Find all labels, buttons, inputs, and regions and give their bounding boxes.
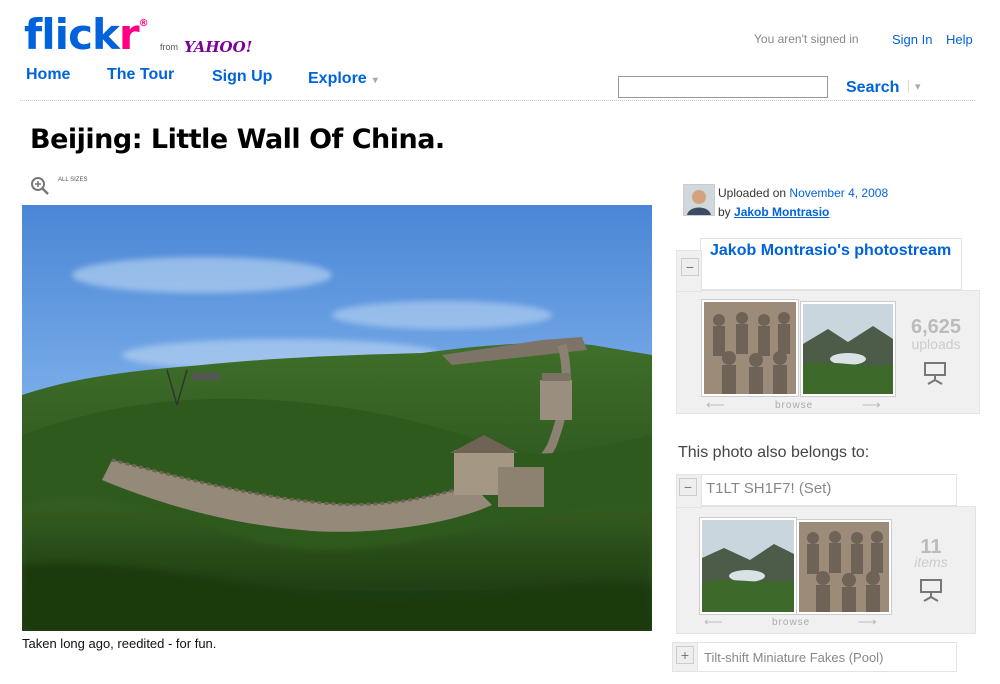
avatar[interactable] [683, 184, 715, 216]
uploaded-date-link[interactable]: November 4, 2008 [789, 186, 888, 200]
collapse-set-button[interactable]: − [679, 478, 697, 496]
header-divider [20, 100, 975, 101]
nav-tour[interactable]: The Tour [107, 66, 174, 84]
nav-home[interactable]: Home [26, 66, 70, 84]
search-button[interactable]: Search [846, 79, 899, 97]
terracotta-warriors-image [704, 302, 796, 394]
zoom-icon[interactable] [30, 176, 50, 196]
uploaded-label: Uploaded on [718, 186, 787, 200]
photostream-link[interactable]: Jakob Montrasio's photostream [710, 240, 960, 261]
chevron-down-icon[interactable]: ▾ [373, 75, 378, 86]
sign-in-link[interactable]: Sign In [892, 32, 932, 47]
set-link[interactable]: T1LT SH1F7! (Set) [706, 480, 831, 497]
mountain-lake-image [803, 304, 893, 394]
help-link[interactable]: Help [946, 32, 973, 47]
pool-link[interactable]: Tilt-shift Miniature Fakes (Pool) [704, 650, 883, 665]
next-arrow-icon[interactable]: ⟶ [862, 397, 881, 413]
set-thumbnail-lake[interactable] [700, 518, 796, 614]
flickr-logo[interactable]: flickr® [24, 10, 149, 59]
nav-signup[interactable]: Sign Up [212, 68, 272, 86]
nav-explore-label: Explore [308, 70, 367, 87]
logo-r: r [118, 10, 140, 59]
by-line: by Jakob Montrasio [718, 205, 829, 219]
great-wall-image [22, 205, 652, 631]
signed-status: You aren't signed in [754, 32, 859, 46]
browse-link[interactable]: browse [775, 400, 813, 411]
search-options-chevron-icon[interactable]: ▾ [908, 80, 921, 93]
thumbnail-warriors[interactable] [702, 300, 798, 396]
main-photo[interactable] [22, 205, 652, 631]
prev-arrow-icon[interactable]: ⟵ [706, 397, 725, 413]
thumbnail-lake[interactable] [801, 302, 895, 396]
logo-text: flick [24, 10, 120, 59]
slideshow-icon[interactable] [922, 361, 948, 385]
terracotta-warriors-image [799, 522, 889, 612]
mountain-lake-image [702, 520, 794, 612]
photo-caption: Taken long ago, reedited - for fun. [22, 636, 217, 651]
set-next-arrow-icon[interactable]: ⟶ [858, 614, 877, 630]
uploads-label: uploads [911, 336, 961, 352]
set-count-label: items [914, 554, 948, 570]
author-link[interactable]: Jakob Montrasio [734, 205, 829, 219]
by-label: by [718, 205, 731, 219]
user-avatar-icon [684, 185, 714, 215]
from-label: from [160, 42, 178, 52]
set-prev-arrow-icon[interactable]: ⟵ [704, 614, 723, 630]
belongs-label: This photo also belongs to: [678, 444, 870, 461]
set-thumbnail-warriors[interactable] [797, 520, 891, 614]
photo-title: Beijing: Little Wall Of China. [30, 124, 445, 155]
yahoo-logo: YAHOO! [184, 38, 253, 56]
collapse-photostream-button[interactable]: − [681, 258, 699, 276]
all-sizes-link[interactable]: ALL SIZES [58, 177, 88, 184]
search-input[interactable] [618, 76, 828, 98]
nav-explore[interactable]: Explore ▾ [308, 70, 378, 88]
uploaded-line: Uploaded on November 4, 2008 [718, 186, 888, 200]
set-browse-link[interactable]: browse [772, 617, 810, 628]
slideshow-icon[interactable] [918, 578, 944, 602]
expand-pool-button[interactable]: + [676, 646, 694, 664]
